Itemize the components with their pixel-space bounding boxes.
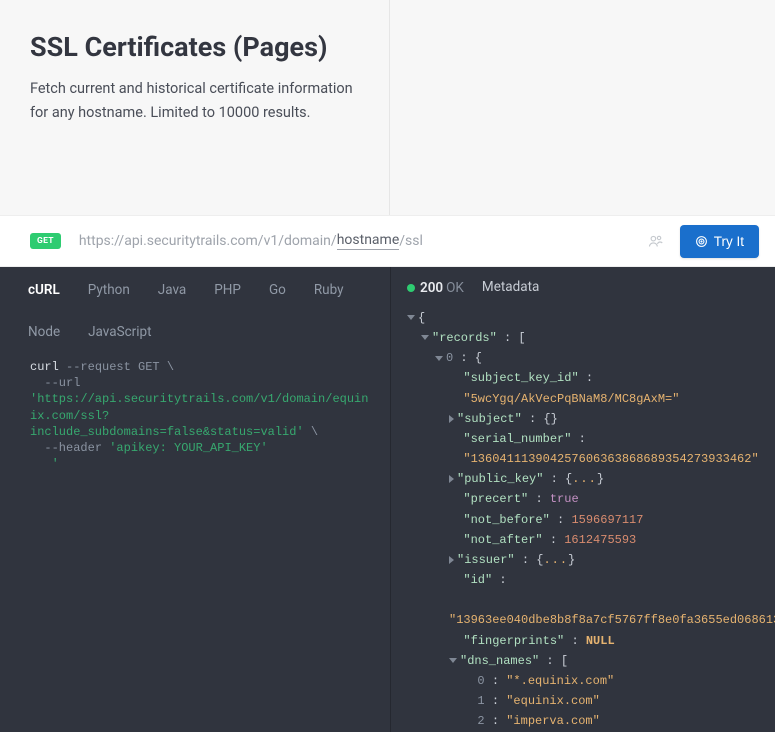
page-title: SSL Certificates (Pages) [30, 32, 359, 63]
lang-tab-java[interactable]: Java [144, 277, 200, 303]
curl-code-block[interactable]: curl --request GET \ --url 'https://api.… [0, 353, 390, 488]
url-path-param[interactable]: hostname [337, 232, 400, 250]
try-it-label: Try It [714, 234, 744, 249]
caret-down-icon[interactable] [421, 335, 429, 340]
caret-right-icon[interactable] [449, 556, 454, 564]
try-it-button[interactable]: Try It [680, 225, 759, 258]
http-method-badge: GET [30, 233, 61, 249]
lang-tab-go[interactable]: Go [255, 277, 300, 303]
lang-tab-python[interactable]: Python [74, 277, 144, 303]
lang-tab-ruby[interactable]: Ruby [300, 277, 358, 303]
lang-tab-curl[interactable]: cURL [14, 277, 74, 303]
lang-tab-node[interactable]: Node [14, 319, 74, 345]
lang-tab-javascript[interactable]: JavaScript [74, 319, 165, 345]
page-header: SSL Certificates (Pages) Fetch current a… [0, 0, 390, 215]
json-response-viewer[interactable]: { "records" : [ 0 : { "subject_key_id" :… [391, 304, 775, 732]
language-tabs-row2: Node JavaScript [0, 309, 390, 353]
caret-down-icon[interactable] [435, 356, 443, 361]
caret-down-icon[interactable] [407, 315, 415, 320]
response-status[interactable]: 200OK [407, 277, 464, 296]
lang-tab-php[interactable]: PHP [200, 277, 255, 303]
metadata-tab[interactable]: Metadata [482, 279, 539, 295]
auth-user-icon[interactable] [647, 233, 664, 250]
request-code-panel: cURL Python Java PHP Go Ruby Node JavaSc… [0, 267, 390, 732]
response-tabs: 200OK Metadata [391, 267, 775, 304]
response-panel: 200OK Metadata { "records" : [ 0 : { "su… [390, 267, 775, 732]
caret-right-icon[interactable] [449, 415, 454, 423]
request-bar: GET https://api.securitytrails.com/v1/do… [0, 215, 775, 267]
page-description: Fetch current and historical certificate… [30, 77, 359, 125]
url-suffix: /ssl [399, 233, 423, 249]
status-dot-icon [407, 284, 415, 292]
caret-right-icon[interactable] [449, 475, 454, 483]
header-right-blank [390, 0, 775, 215]
language-tabs: cURL Python Java PHP Go Ruby [0, 267, 390, 309]
target-icon [695, 235, 708, 248]
caret-down-icon[interactable] [449, 658, 457, 663]
url-prefix: https://api.securitytrails.com/v1/domain… [79, 233, 337, 249]
